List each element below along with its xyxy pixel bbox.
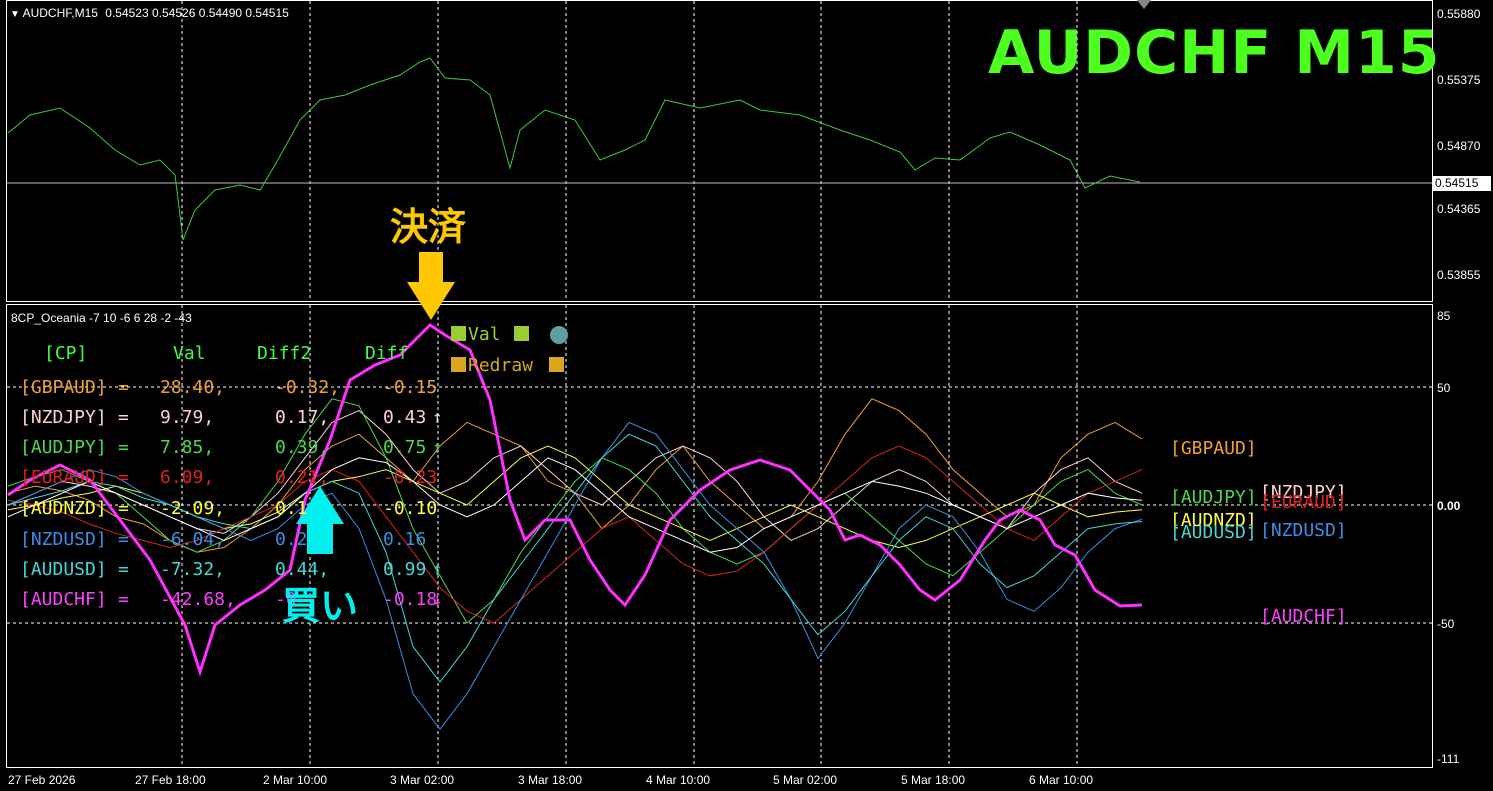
chart-big-title: AUDCHF M15 [988, 18, 1441, 88]
val-square-right[interactable] [514, 326, 529, 341]
time-tick: 2 Mar 10:00 [263, 773, 328, 787]
cell-val: -7.32, [160, 559, 226, 580]
equals-sign: = [118, 559, 129, 580]
redraw-square-right[interactable] [549, 357, 564, 372]
legend-tag: [AUDUSD] [1170, 522, 1257, 543]
time-tick: 5 Mar 02:00 [773, 773, 838, 787]
redraw-square-left[interactable] [451, 357, 466, 372]
legend-tag: [EURAUD] [1260, 492, 1347, 513]
time-tick: 6 Mar 10:00 [1029, 773, 1094, 787]
cell-arrow: ↑ [432, 407, 443, 428]
cell-diff2: 0.39, [275, 437, 330, 458]
time-tick: 27 Feb 18:00 [135, 773, 206, 787]
cell-arrow: ↓ [432, 589, 443, 610]
equals-sign: = [118, 377, 129, 398]
price-tick: 0.55375 [1437, 73, 1481, 87]
cell-diff: -0.23 [383, 467, 438, 488]
equals-sign: = [118, 437, 129, 458]
cell-val: 9.79, [160, 407, 215, 428]
time-tick: 3 Mar 02:00 [390, 773, 455, 787]
cell-pair: [GBPAUD] [20, 377, 107, 398]
current-price-tag: 0.54515 [1433, 176, 1491, 191]
equals-sign: = [118, 498, 129, 519]
cell-diff: -0.15 [383, 377, 438, 398]
cell-diff: 0.43 [383, 407, 427, 428]
equals-sign: = [118, 589, 129, 610]
time-tick: 5 Mar 18:00 [901, 773, 966, 787]
cell-arrow: ↑ [432, 559, 443, 580]
cell-val: -42.68, [160, 589, 236, 610]
time-tick: 4 Mar 10:00 [646, 773, 711, 787]
price-line [7, 57, 1141, 241]
cell-pair: [EURAUD] [20, 467, 107, 488]
cell-diff: 0.99 [383, 559, 427, 580]
time-tick: 3 Mar 18:00 [518, 773, 583, 787]
time-tick: 27 Feb 2026 [8, 773, 76, 787]
price-tick: 0.54365 [1437, 202, 1481, 216]
ohlc-values: 0.54523 0.54526 0.54490 0.54515 [105, 6, 289, 20]
triangle-marker-icon [1137, 0, 1151, 9]
legend-tag: [GBPAUD] [1170, 438, 1257, 459]
symbol-title: AUDCHF,M15 [22, 6, 98, 20]
chart-window[interactable]: ▼ AUDCHF,M15 0.54523 0.54526 0.54490 0.5… [0, 0, 1493, 791]
cell-diff: -0.18 [383, 589, 438, 610]
val-button[interactable]: Val [468, 324, 501, 345]
indicator-tick: 85 [1437, 309, 1451, 323]
cell-pair: [AUDUSD] [20, 559, 107, 580]
indicator-tick: -50 [1437, 617, 1455, 631]
cell-val: -2.09, [160, 498, 226, 519]
header-diff2: Diff2 [257, 343, 312, 364]
cell-diff2: -0.32, [275, 377, 341, 398]
redraw-button[interactable]: Redraw [468, 355, 533, 376]
triangle-down-icon[interactable]: ▼ [10, 9, 20, 20]
cell-diff2: 0.17, [275, 407, 330, 428]
settle-label: 決済 [390, 205, 467, 249]
price-tick: 0.55880 [1437, 7, 1481, 21]
legend-tag: [NZDUSD] [1260, 520, 1347, 541]
buy-label: 買い [282, 584, 359, 628]
legend-tag: [AUDCHF] [1260, 606, 1347, 627]
cell-diff: 0.75 [383, 437, 427, 458]
cell-pair: [NZDJPY] [20, 407, 107, 428]
indicator-tick: 50 [1437, 381, 1451, 395]
cell-diff2: 0.2 [275, 529, 308, 550]
legend-tag: [AUDJPY] [1170, 487, 1257, 508]
equals-sign: = [118, 529, 129, 550]
cell-diff2: 0.1 [275, 498, 308, 519]
equals-sign: = [118, 467, 129, 488]
cell-arrow: ↑ [432, 437, 443, 458]
cell-pair: [NZDUSD] [20, 529, 107, 550]
header-diff: Diff [365, 343, 409, 364]
val-square-left[interactable] [451, 326, 466, 341]
cell-pair: [AUDCHF] [20, 589, 107, 610]
header-cp: [CP] [44, 343, 88, 364]
equals-sign: = [118, 407, 129, 428]
indicator-name: 8CP_Oceania -7 10 -6 6 28 -2 -43 [11, 311, 192, 325]
cell-pair: [AUDNZD] [20, 498, 107, 519]
cell-diff: 0.16 [383, 529, 427, 550]
status-dot[interactable] [550, 326, 568, 344]
cell-val: -6.04, [160, 529, 226, 550]
header-val: Val [173, 343, 206, 364]
symbol-header: ▼ AUDCHF,M15 0.54523 0.54526 0.54490 0.5… [10, 6, 289, 20]
cell-diff2: 0.21, [275, 467, 330, 488]
indicator-tick: 0.00 [1437, 499, 1461, 513]
cell-val: 6.09, [160, 467, 215, 488]
indicator-tick: -111 [1437, 752, 1460, 766]
cell-diff: -0.10 [383, 498, 438, 519]
price-tick: 0.53855 [1437, 268, 1481, 282]
cell-val: 7.85, [160, 437, 215, 458]
cell-pair: [AUDJPY] [20, 437, 107, 458]
price-tick: 0.54870 [1437, 139, 1481, 153]
down-arrow-icon [407, 252, 455, 320]
cell-val: 28.40, [160, 377, 226, 398]
